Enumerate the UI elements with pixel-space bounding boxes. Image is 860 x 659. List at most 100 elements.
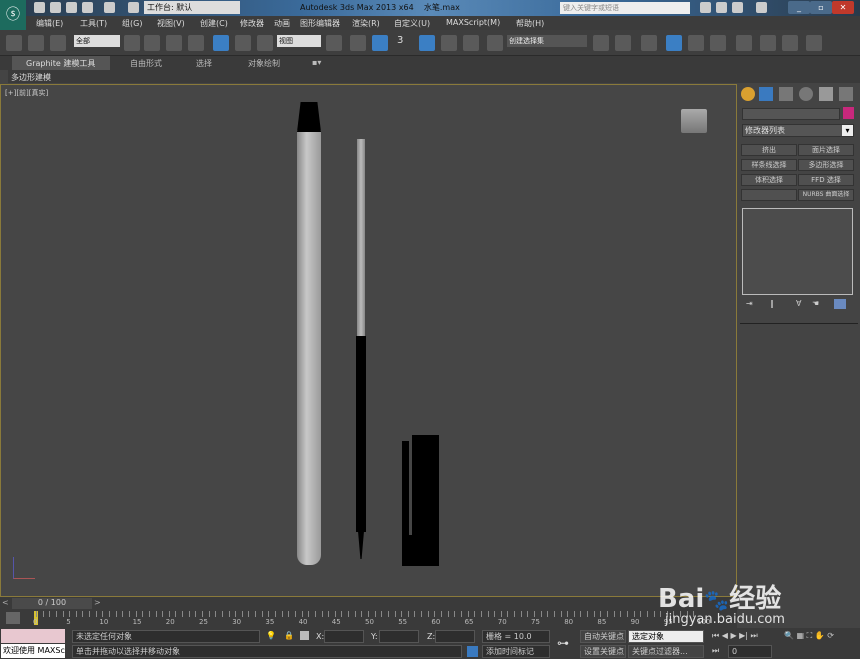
absolute-mode-icon[interactable] [300,631,309,640]
lock-selection-icon[interactable]: 🔒 [284,631,294,640]
undo-icon[interactable] [82,2,93,13]
tab-selection[interactable]: 选择 [196,58,212,69]
rectangle-selection-icon[interactable] [166,35,182,51]
app-logo-icon[interactable]: ⓢ [0,0,26,30]
menu-animation[interactable]: 动画 [274,18,290,29]
pen-body[interactable] [297,130,321,565]
edit-named-selection-icon[interactable] [487,35,503,51]
select-rotate-icon[interactable] [235,35,251,51]
render-setup-icon[interactable] [760,35,776,51]
graphite-toggle-icon[interactable] [666,35,682,51]
layer-manager-icon[interactable] [641,35,657,51]
vol-select-button[interactable]: 体积选择 [741,174,797,186]
menu-customize[interactable]: 自定义(U) [394,18,430,29]
save-icon[interactable] [66,2,77,13]
tab-object-paint[interactable]: 对象绘制 [248,58,280,69]
spline-select-button[interactable]: 样条线选择 [741,159,797,171]
pen-refill-upper[interactable] [357,139,365,337]
select-object-icon[interactable] [124,35,140,51]
ffd-select-button[interactable]: FFD 选择 [798,174,854,186]
track-bar[interactable]: 0 5 10 15 20 25 30 35 40 45 50 55 60 65 70 75 80 85 90 95 10… [0,610,737,628]
redo-icon[interactable] [104,2,115,13]
show-end-result-icon[interactable]: ‖ [770,299,782,309]
menu-views[interactable]: 视图(V) [157,18,185,29]
schematic-view-icon[interactable] [710,35,726,51]
object-name-input[interactable] [742,108,840,120]
render-production-icon[interactable] [806,35,822,51]
material-editor-icon[interactable] [736,35,752,51]
time-tag-icon[interactable] [467,646,478,657]
modify-tab-icon[interactable] [759,87,773,101]
hierarchy-tab-icon[interactable] [779,87,793,101]
subscription-icon[interactable] [716,2,727,13]
chevron-down-icon[interactable]: ▾ [842,125,853,136]
viewcube-icon[interactable] [681,109,707,133]
current-frame-input[interactable]: 0 [728,645,772,658]
spinner-snap-icon[interactable] [463,35,479,51]
named-selection-dropdown[interactable]: 创建选择集 [507,35,587,47]
viewport-front[interactable]: [+][前][真实] [0,84,737,597]
ribbon-options-icon[interactable]: ▪▾ [312,58,321,67]
configure-modifier-sets-icon[interactable] [834,299,846,309]
nurbs-surface-select-button[interactable]: NURBS 曲面选择 [798,189,854,201]
object-color-swatch[interactable] [843,107,854,119]
z-coordinate-input[interactable] [435,630,475,643]
bind-space-warp-icon[interactable] [50,35,66,51]
menu-rendering[interactable]: 渲染(R) [352,18,380,29]
patch-select-button[interactable]: 面片选择 [798,144,854,156]
key-icon[interactable]: ⊶ [557,636,569,650]
menu-create[interactable]: 创建(C) [200,18,228,29]
curve-editor-icon[interactable] [688,35,704,51]
modifier-list-dropdown[interactable]: 修改器列表 ▾ [742,124,854,137]
menu-maxscript[interactable]: MAXScript(M) [446,18,500,27]
extrude-button[interactable]: 挤出 [741,144,797,156]
angle-snap-icon[interactable] [419,35,435,51]
menu-help[interactable]: 帮助(H) [516,18,544,29]
link-icon[interactable] [6,35,22,51]
key-mode-dropdown[interactable]: 选定对象 [628,630,704,643]
mini-curve-editor-icon[interactable] [6,612,20,624]
welcome-text[interactable]: 欢迎使用 MAXSc [1,644,65,658]
rendered-frame-window-icon[interactable] [782,35,798,51]
help-icon[interactable] [756,2,767,13]
menu-group[interactable]: 组(G) [122,18,142,29]
viewport-navigation-controls[interactable]: 🔍 ▦ ⛶ ✋ ⟳ [784,631,834,641]
tab-graphite-modeling[interactable]: Graphite 建模工具 [12,56,110,70]
set-key-button[interactable]: 设置关键点 [580,645,626,658]
unlink-icon[interactable] [28,35,44,51]
percent-snap-icon[interactable] [441,35,457,51]
poly-select-button[interactable]: 多边形选择 [798,159,854,171]
isolate-icon[interactable]: 💡 [266,631,276,640]
open-file-icon[interactable] [50,2,61,13]
pivot-center-icon[interactable] [326,35,342,51]
select-scale-icon[interactable] [257,35,273,51]
viewport-label[interactable]: [+][前][真实] [5,88,48,98]
maxscript-listener[interactable] [1,629,65,643]
select-by-name-icon[interactable] [144,35,160,51]
make-unique-icon[interactable]: ∀ [796,299,808,309]
display-tab-icon[interactable] [819,87,833,101]
time-slider-thumb[interactable]: 0 / 100 [12,598,92,609]
minimize-button[interactable]: _ [788,1,810,14]
modifier-stack[interactable] [742,208,853,295]
menu-tools[interactable]: 工具(T) [80,18,107,29]
menu-graph-editors[interactable]: 图形编辑器 [300,18,340,29]
prev-frame-icon[interactable]: < [2,598,12,609]
motion-tab-icon[interactable] [799,87,813,101]
tab-freeform[interactable]: 自由形式 [130,58,162,69]
next-frame-icon[interactable]: > [94,598,104,609]
pen-top-cap[interactable] [297,102,321,132]
x-coordinate-input[interactable] [324,630,364,643]
key-mode-toggle-icon[interactable]: ⏭ [712,646,719,656]
align-icon[interactable] [615,35,631,51]
communication-icon[interactable] [732,2,743,13]
remove-modifier-icon[interactable]: ☚ [812,299,824,309]
mirror-icon[interactable] [593,35,609,51]
project-folder-icon[interactable] [128,2,139,13]
pin-stack-icon[interactable]: ⇥ [746,299,758,309]
snaps-toggle-icon[interactable]: 3 [397,35,413,51]
playback-controls[interactable]: ⏮ ◀ ▶ ▶| ⏭ [712,631,758,641]
pen-cap-object[interactable] [412,435,439,566]
time-slider[interactable]: < 0 / 100 > [0,597,737,610]
empty-modifier-button[interactable] [741,189,797,201]
